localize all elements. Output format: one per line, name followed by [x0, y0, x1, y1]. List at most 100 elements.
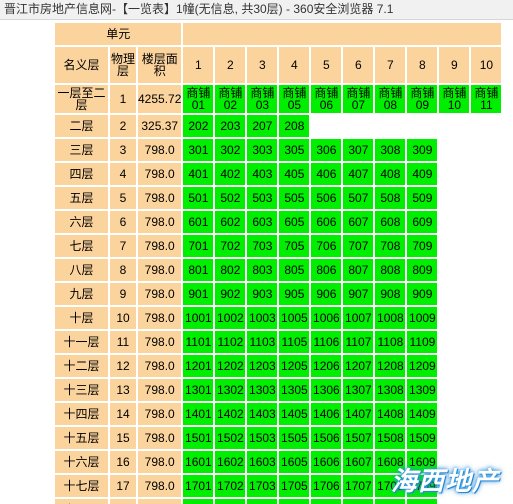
room-cell[interactable]: 303	[247, 139, 278, 161]
room-cell[interactable]: 1106	[311, 331, 342, 353]
room-cell[interactable]: 509	[407, 187, 438, 209]
room-cell[interactable]: 402	[215, 163, 246, 185]
room-cell[interactable]: 1405	[279, 403, 310, 425]
room-cell[interactable]: 1702	[215, 475, 246, 497]
room-cell[interactable]: 1809	[407, 499, 438, 504]
room-cell[interactable]: 1406	[311, 403, 342, 425]
room-cell[interactable]: 805	[279, 259, 310, 281]
room-cell[interactable]: 1409	[407, 403, 438, 425]
room-cell[interactable]: 1303	[247, 379, 278, 401]
room-cell[interactable]: 202	[183, 115, 214, 137]
room-cell[interactable]: 203	[215, 115, 246, 137]
room-cell[interactable]: 808	[375, 259, 406, 281]
room-cell[interactable]: 506	[311, 187, 342, 209]
room-cell[interactable]: 1408	[375, 403, 406, 425]
room-cell[interactable]: 507	[343, 187, 374, 209]
room-cell[interactable]: 1703	[247, 475, 278, 497]
room-cell[interactable]: 701	[183, 235, 214, 257]
room-cell[interactable]: 1205	[279, 355, 310, 377]
room-cell[interactable]: 1301	[183, 379, 214, 401]
room-cell[interactable]: 707	[343, 235, 374, 257]
room-cell[interactable]: 1705	[279, 475, 310, 497]
room-cell[interactable]: 307	[343, 139, 374, 161]
room-cell[interactable]: 905	[279, 283, 310, 305]
room-cell[interactable]: 408	[375, 163, 406, 185]
room-cell[interactable]: 708	[375, 235, 406, 257]
room-cell[interactable]: 501	[183, 187, 214, 209]
room-cell[interactable]: 901	[183, 283, 214, 305]
room-cell[interactable]: 608	[375, 211, 406, 233]
room-cell[interactable]: 309	[407, 139, 438, 161]
room-cell[interactable]: 503	[247, 187, 278, 209]
room-cell[interactable]: 1203	[247, 355, 278, 377]
room-cell[interactable]: 909	[407, 283, 438, 305]
room-cell[interactable]: 1201	[183, 355, 214, 377]
room-cell[interactable]: 商铺10	[439, 85, 470, 113]
room-cell[interactable]: 409	[407, 163, 438, 185]
room-cell[interactable]: 1706	[311, 475, 342, 497]
room-cell[interactable]: 908	[375, 283, 406, 305]
room-cell[interactable]: 1002	[215, 307, 246, 329]
room-cell[interactable]: 商铺05	[279, 85, 310, 113]
room-cell[interactable]: 702	[215, 235, 246, 257]
room-cell[interactable]: 305	[279, 139, 310, 161]
room-cell[interactable]: 1502	[215, 427, 246, 449]
room-cell[interactable]: 1402	[215, 403, 246, 425]
room-cell[interactable]: 1401	[183, 403, 214, 425]
room-cell[interactable]: 1603	[247, 451, 278, 473]
room-cell[interactable]: 1605	[279, 451, 310, 473]
room-cell[interactable]: 601	[183, 211, 214, 233]
room-cell[interactable]: 502	[215, 187, 246, 209]
room-cell[interactable]: 807	[343, 259, 374, 281]
room-cell[interactable]: 1403	[247, 403, 278, 425]
room-cell[interactable]: 1108	[375, 331, 406, 353]
room-cell[interactable]: 1107	[343, 331, 374, 353]
room-cell[interactable]: 商铺01	[183, 85, 214, 113]
room-cell[interactable]: 1509	[407, 427, 438, 449]
room-cell[interactable]: 1202	[215, 355, 246, 377]
room-cell[interactable]: 806	[311, 259, 342, 281]
room-cell[interactable]: 906	[311, 283, 342, 305]
room-cell[interactable]: 902	[215, 283, 246, 305]
room-cell[interactable]: 1305	[279, 379, 310, 401]
room-cell[interactable]: 1103	[247, 331, 278, 353]
room-cell[interactable]: 1208	[375, 355, 406, 377]
room-cell[interactable]: 商铺08	[375, 85, 406, 113]
room-cell[interactable]: 1507	[343, 427, 374, 449]
room-cell[interactable]: 1803	[247, 499, 278, 504]
room-cell[interactable]: 1508	[375, 427, 406, 449]
room-cell[interactable]: 商铺03	[247, 85, 278, 113]
room-cell[interactable]: 709	[407, 235, 438, 257]
room-cell[interactable]: 308	[375, 139, 406, 161]
room-cell[interactable]: 802	[215, 259, 246, 281]
room-cell[interactable]: 1101	[183, 331, 214, 353]
room-cell[interactable]: 1207	[343, 355, 374, 377]
room-cell[interactable]: 1209	[407, 355, 438, 377]
room-cell[interactable]: 商铺06	[311, 85, 342, 113]
room-cell[interactable]: 706	[311, 235, 342, 257]
room-cell[interactable]: 302	[215, 139, 246, 161]
room-cell[interactable]: 1001	[183, 307, 214, 329]
room-cell[interactable]: 1003	[247, 307, 278, 329]
room-cell[interactable]: 1302	[215, 379, 246, 401]
room-cell[interactable]: 1707	[343, 475, 374, 497]
room-cell[interactable]: 1802	[215, 499, 246, 504]
room-cell[interactable]: 商铺09	[407, 85, 438, 113]
room-cell[interactable]: 1307	[343, 379, 374, 401]
room-cell[interactable]: 1806	[311, 499, 342, 504]
room-cell[interactable]: 商铺11	[471, 85, 502, 113]
room-cell[interactable]: 907	[343, 283, 374, 305]
room-cell[interactable]: 1102	[215, 331, 246, 353]
room-cell[interactable]: 903	[247, 283, 278, 305]
room-cell[interactable]: 508	[375, 187, 406, 209]
room-cell[interactable]: 809	[407, 259, 438, 281]
room-cell[interactable]: 1602	[215, 451, 246, 473]
room-cell[interactable]: 1601	[183, 451, 214, 473]
room-cell[interactable]: 405	[279, 163, 310, 185]
room-cell[interactable]: 401	[183, 163, 214, 185]
room-cell[interactable]: 1501	[183, 427, 214, 449]
room-cell[interactable]: 1009	[407, 307, 438, 329]
room-cell[interactable]: 703	[247, 235, 278, 257]
room-cell[interactable]: 606	[311, 211, 342, 233]
room-cell[interactable]: 1309	[407, 379, 438, 401]
